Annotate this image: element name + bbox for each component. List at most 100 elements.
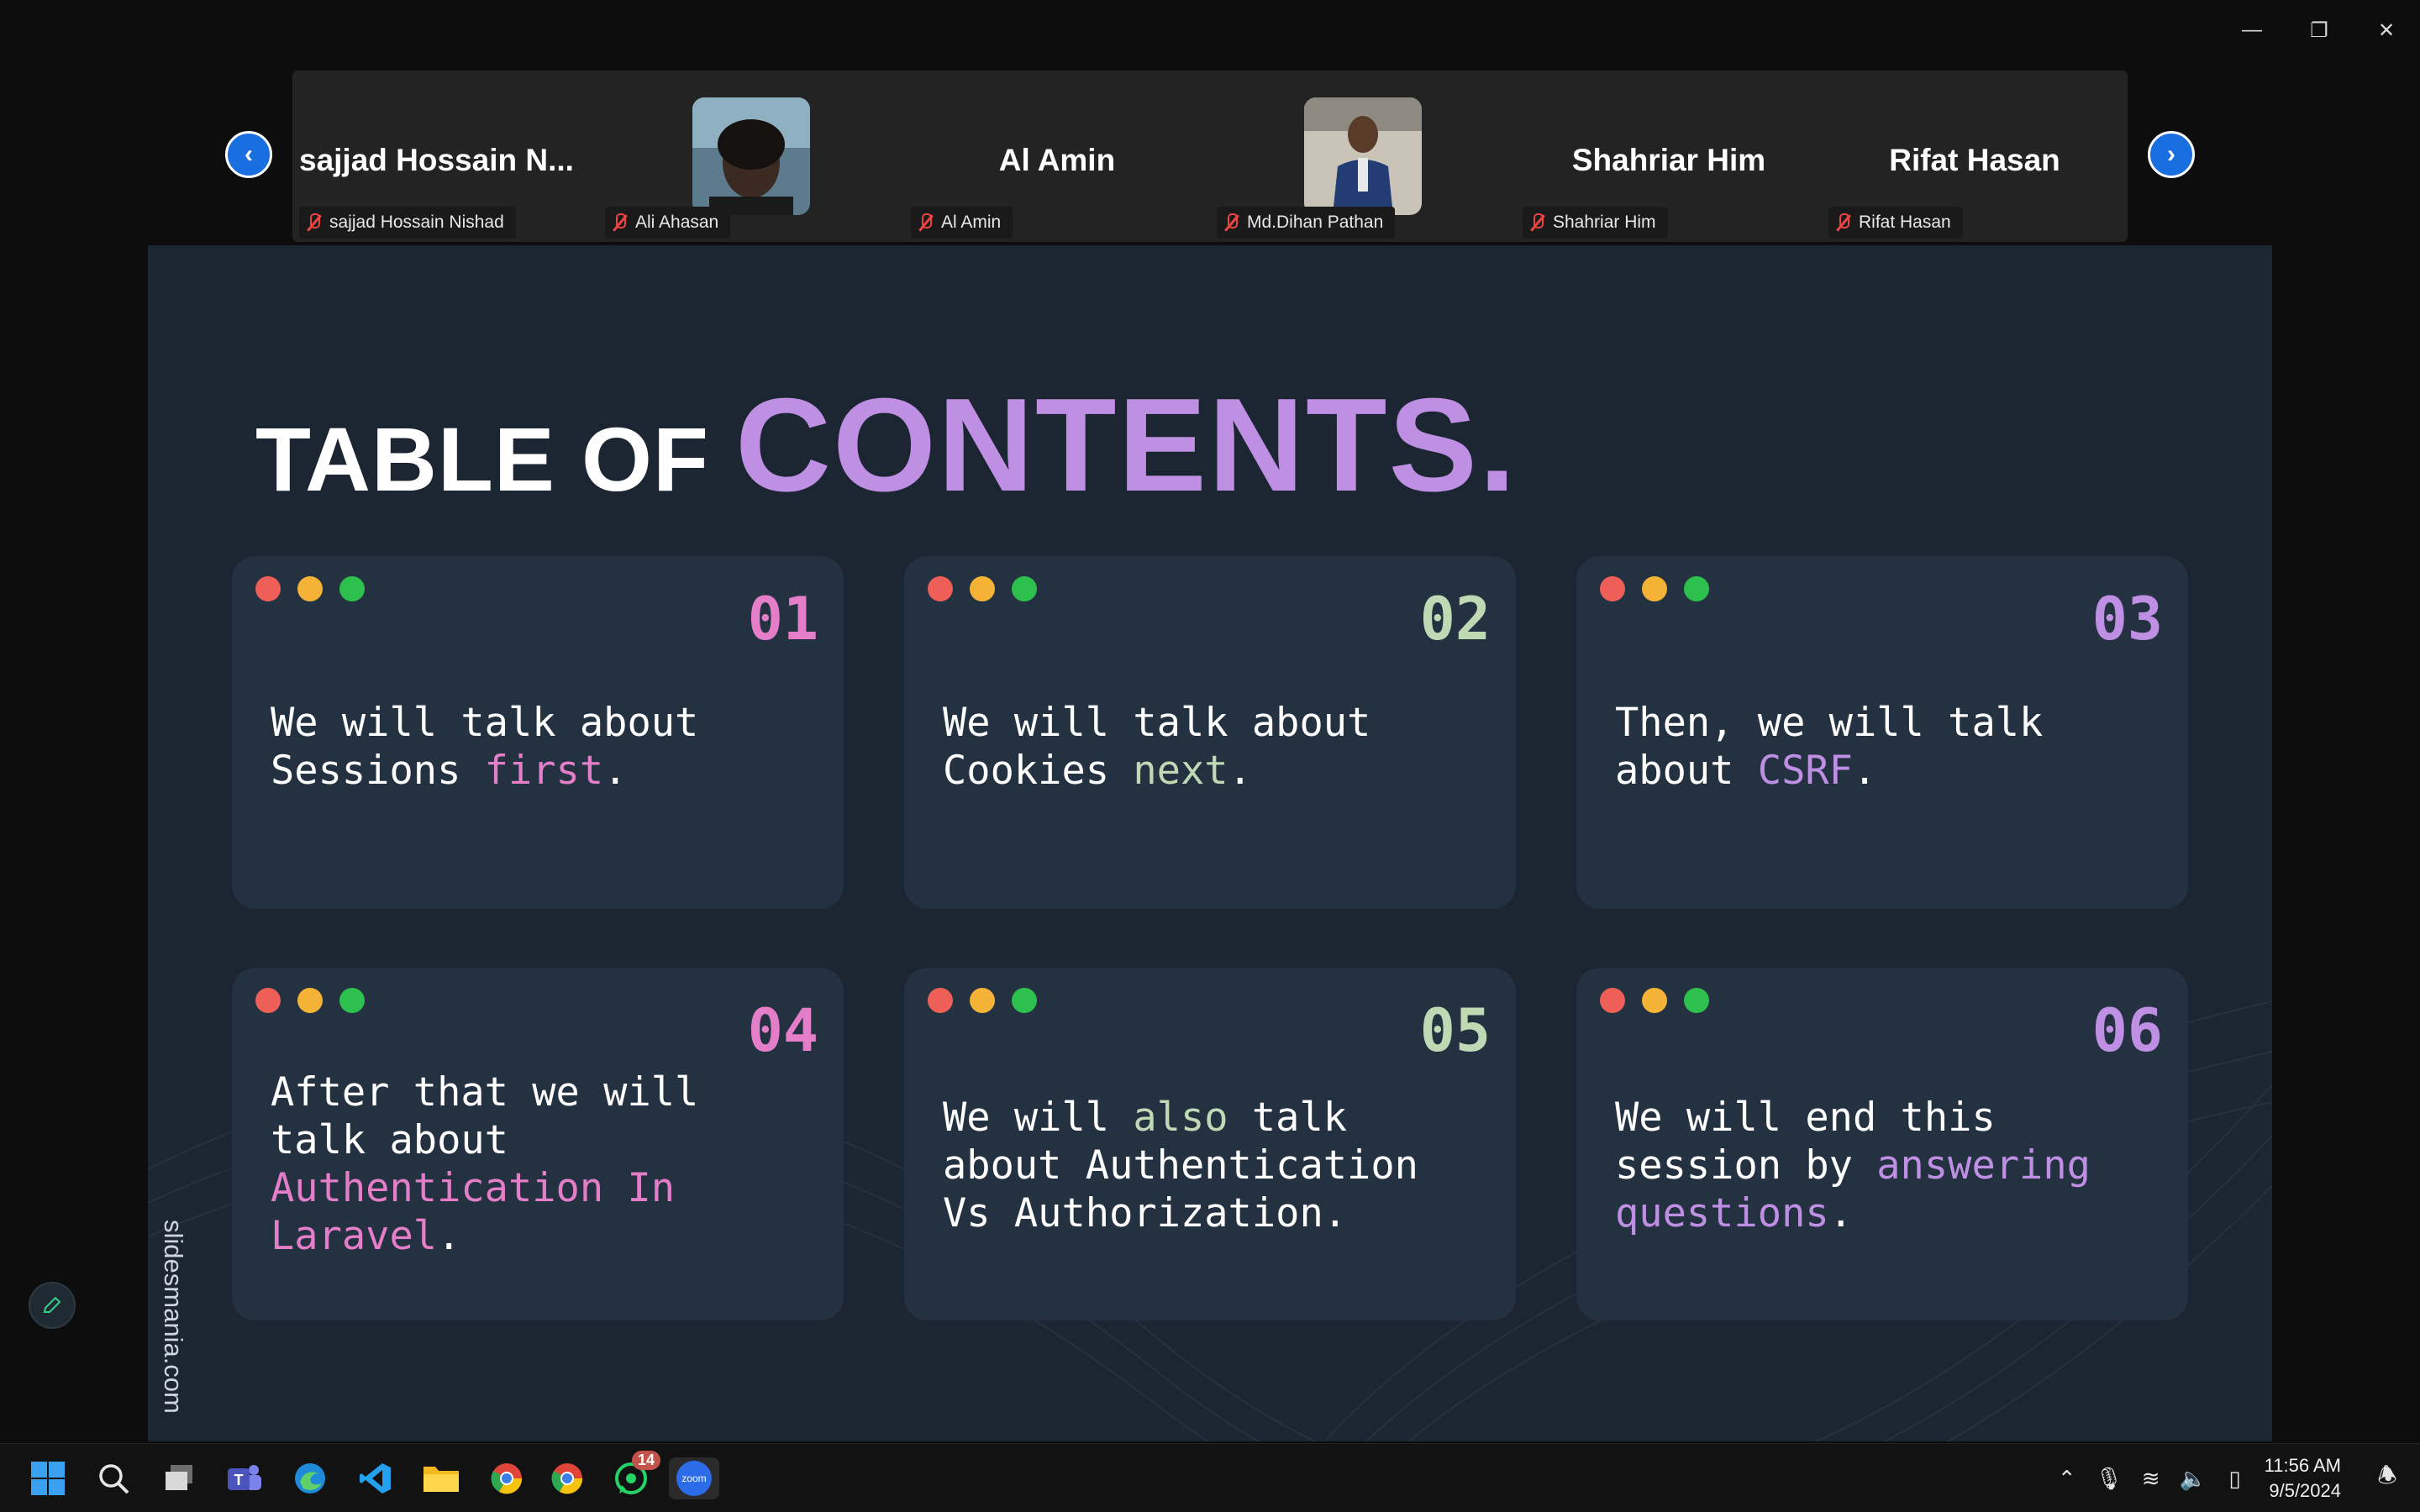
participant-display-name: sajjad Hossain N... xyxy=(299,143,574,177)
card-number: 04 xyxy=(747,996,818,1065)
muted-mic-icon xyxy=(1223,213,1239,232)
participant-name: Shahriar Him xyxy=(1553,213,1656,232)
participant-strip: sajjad Hossain N... sajjad Hossain Nisha… xyxy=(292,71,2128,242)
yellow-dot-icon xyxy=(297,988,323,1013)
contents-card: 06 We will end this session by answering … xyxy=(1576,968,2188,1320)
microphone-icon[interactable]: 🎙 xyxy=(2088,1466,2130,1492)
notification-badge: 14 xyxy=(631,1451,660,1470)
participant-name-tag: Ali Ahasan xyxy=(605,207,731,239)
clock-time: 11:56 AM xyxy=(2264,1455,2341,1476)
muted-mic-icon xyxy=(612,213,627,232)
previous-participants-button[interactable]: ‹ xyxy=(225,131,272,178)
zoom-icon: zoom xyxy=(676,1461,712,1496)
muted-mic-icon xyxy=(918,213,933,232)
participant-name: Md.Dihan Pathan xyxy=(1247,213,1384,232)
shared-slide: TABLE OF CONTENTS. 01 We will talk about … xyxy=(148,245,2272,1441)
participant-display-name: Shahriar Him xyxy=(1571,143,1766,177)
task-view-icon[interactable] xyxy=(158,1457,200,1499)
card-text: We will talk about Sessions first. xyxy=(271,700,699,794)
participant-tile[interactable]: sajjad Hossain N... sajjad Hossain Nisha… xyxy=(292,71,598,242)
window-dots xyxy=(255,576,365,601)
participant-video xyxy=(692,97,810,215)
card-number: 03 xyxy=(2091,585,2163,654)
pencil-icon xyxy=(43,1296,61,1313)
chevron-left-icon: ‹ xyxy=(245,140,253,168)
teams-icon[interactable]: T xyxy=(224,1457,266,1499)
vscode-icon[interactable] xyxy=(355,1457,397,1499)
minimize-icon[interactable]: — xyxy=(2218,12,2286,49)
participant-display-name: Al Amin xyxy=(998,143,1116,177)
red-dot-icon xyxy=(928,988,953,1013)
slide-title: TABLE OF CONTENTS. xyxy=(255,370,1518,522)
zoom-taskbar-button[interactable]: zoom xyxy=(669,1457,719,1499)
card-highlight: also xyxy=(1133,1095,1228,1141)
participant-name: Rifat Hasan xyxy=(1859,213,1951,232)
windows-start-icon[interactable] xyxy=(27,1457,69,1499)
card-highlight: first xyxy=(484,748,604,794)
edge-icon[interactable] xyxy=(289,1457,331,1499)
green-dot-icon xyxy=(339,988,365,1013)
contents-card: 01 We will talk about Sessions first. xyxy=(232,556,844,909)
next-participants-button[interactable]: › xyxy=(2148,131,2195,178)
participant-display-name: Rifat Hasan xyxy=(1889,143,2060,177)
green-dot-icon xyxy=(1684,988,1709,1013)
contents-card: 05 We will also talk about Authentication… xyxy=(904,968,1516,1320)
card-text: We will also talk about Authentication V… xyxy=(943,1095,1418,1236)
window-dots xyxy=(928,576,1037,601)
yellow-dot-icon xyxy=(1642,576,1667,601)
chrome-icon[interactable] xyxy=(486,1457,528,1499)
whatsapp-icon[interactable]: 14 xyxy=(610,1451,660,1499)
participant-tile[interactable]: Ali Ahasan xyxy=(598,71,904,242)
volume-icon[interactable]: 🔈 xyxy=(2172,1466,2214,1492)
clock[interactable]: 11:56 AM 9/5/2024 xyxy=(2265,1453,2341,1504)
chevron-right-icon: › xyxy=(2167,140,2175,168)
window-dots xyxy=(1600,988,1709,1013)
participant-name-tag: Rifat Hasan xyxy=(1828,207,1963,239)
chevron-up-icon[interactable]: ⌃ xyxy=(2046,1466,2088,1492)
red-dot-icon xyxy=(1600,576,1625,601)
muted-mic-icon xyxy=(1529,213,1544,232)
contents-card: 02 We will talk about Cookies next. xyxy=(904,556,1516,909)
contents-card: 04 After that we will talk about Authenti… xyxy=(232,968,844,1320)
battery-icon[interactable]: ▯ xyxy=(2214,1466,2256,1492)
red-dot-icon xyxy=(1600,988,1625,1013)
red-dot-icon xyxy=(255,576,281,601)
file-explorer-icon[interactable] xyxy=(420,1457,462,1499)
wifi-icon[interactable]: ≋ xyxy=(2130,1466,2172,1492)
yellow-dot-icon xyxy=(970,576,995,601)
red-dot-icon xyxy=(255,988,281,1013)
participant-tile[interactable]: Al Amin Al Amin xyxy=(904,71,1210,242)
close-icon[interactable]: ✕ xyxy=(2353,12,2420,49)
taskbar: T 14 zoom ⌃ 🎙 ≋ 🔈 ▯ 11:56 AM 9/5/2024 🕭 xyxy=(0,1443,2420,1512)
participant-tile[interactable]: Shahriar Him Shahriar Him xyxy=(1516,71,1822,242)
participant-name: Ali Ahasan xyxy=(635,213,719,232)
annotate-button[interactable] xyxy=(29,1282,76,1329)
window-controls: — ❐ ✕ xyxy=(2218,12,2420,49)
participant-name: Al Amin xyxy=(941,213,1002,232)
clock-date: 9/5/2024 xyxy=(2269,1480,2341,1501)
muted-mic-icon xyxy=(306,213,321,232)
participant-name-tag: Al Amin xyxy=(911,207,1013,239)
green-dot-icon xyxy=(339,576,365,601)
restore-icon[interactable]: ❐ xyxy=(2286,12,2353,49)
card-text: We will end this session by answering qu… xyxy=(1615,1095,2091,1236)
card-number: 01 xyxy=(747,585,818,654)
card-text: After that we will talk about Authentica… xyxy=(271,1069,699,1259)
system-tray: ⌃ 🎙 ≋ 🔈 ▯ 11:56 AM 9/5/2024 🕭 xyxy=(2046,1444,2420,1512)
card-highlight: next xyxy=(1133,748,1228,794)
participant-tile[interactable]: Rifat Hasan Rifat Hasan xyxy=(1822,71,2128,242)
notification-bell-icon[interactable]: 🕭 xyxy=(2366,1460,2408,1497)
yellow-dot-icon xyxy=(970,988,995,1013)
svg-text:T: T xyxy=(234,1472,244,1488)
yellow-dot-icon xyxy=(297,576,323,601)
search-icon[interactable] xyxy=(92,1457,134,1499)
green-dot-icon xyxy=(1684,576,1709,601)
participant-name-tag: sajjad Hossain Nishad xyxy=(299,207,516,239)
chrome-profile-icon[interactable] xyxy=(546,1457,588,1499)
title-accent: CONTENTS. xyxy=(734,371,1518,519)
card-highlight: Authentication In Laravel xyxy=(271,1165,676,1259)
title-plain: TABLE OF xyxy=(255,408,735,510)
slide-credit: slidesmania.com xyxy=(159,1220,188,1414)
participant-tile[interactable]: Md.Dihan Pathan xyxy=(1210,71,1516,242)
window-dots xyxy=(255,988,365,1013)
